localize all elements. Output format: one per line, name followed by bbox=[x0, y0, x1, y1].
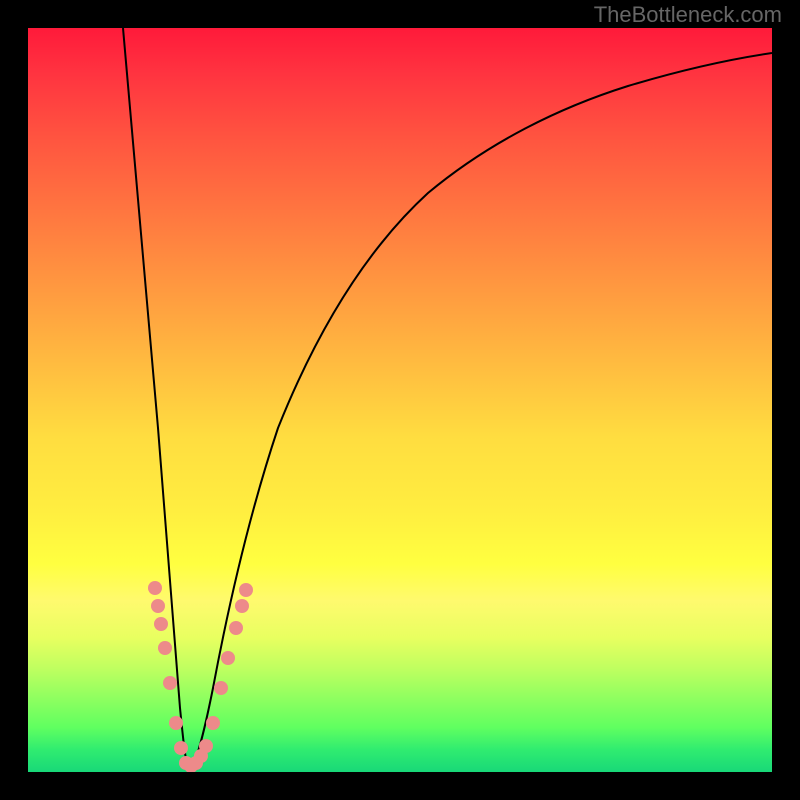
data-marker bbox=[206, 716, 220, 730]
data-marker bbox=[199, 739, 213, 753]
data-marker bbox=[151, 599, 165, 613]
data-marker bbox=[169, 716, 183, 730]
data-marker bbox=[229, 621, 243, 635]
watermark-text: TheBottleneck.com bbox=[594, 2, 782, 28]
data-marker bbox=[174, 741, 188, 755]
chart-container bbox=[28, 28, 772, 772]
data-marker bbox=[158, 641, 172, 655]
chart-svg bbox=[28, 28, 772, 772]
data-marker bbox=[154, 617, 168, 631]
data-marker bbox=[148, 581, 162, 595]
data-marker bbox=[221, 651, 235, 665]
data-marker bbox=[163, 676, 177, 690]
data-marker bbox=[239, 583, 253, 597]
bottleneck-curve bbox=[123, 28, 772, 770]
data-marker bbox=[235, 599, 249, 613]
data-marker bbox=[214, 681, 228, 695]
